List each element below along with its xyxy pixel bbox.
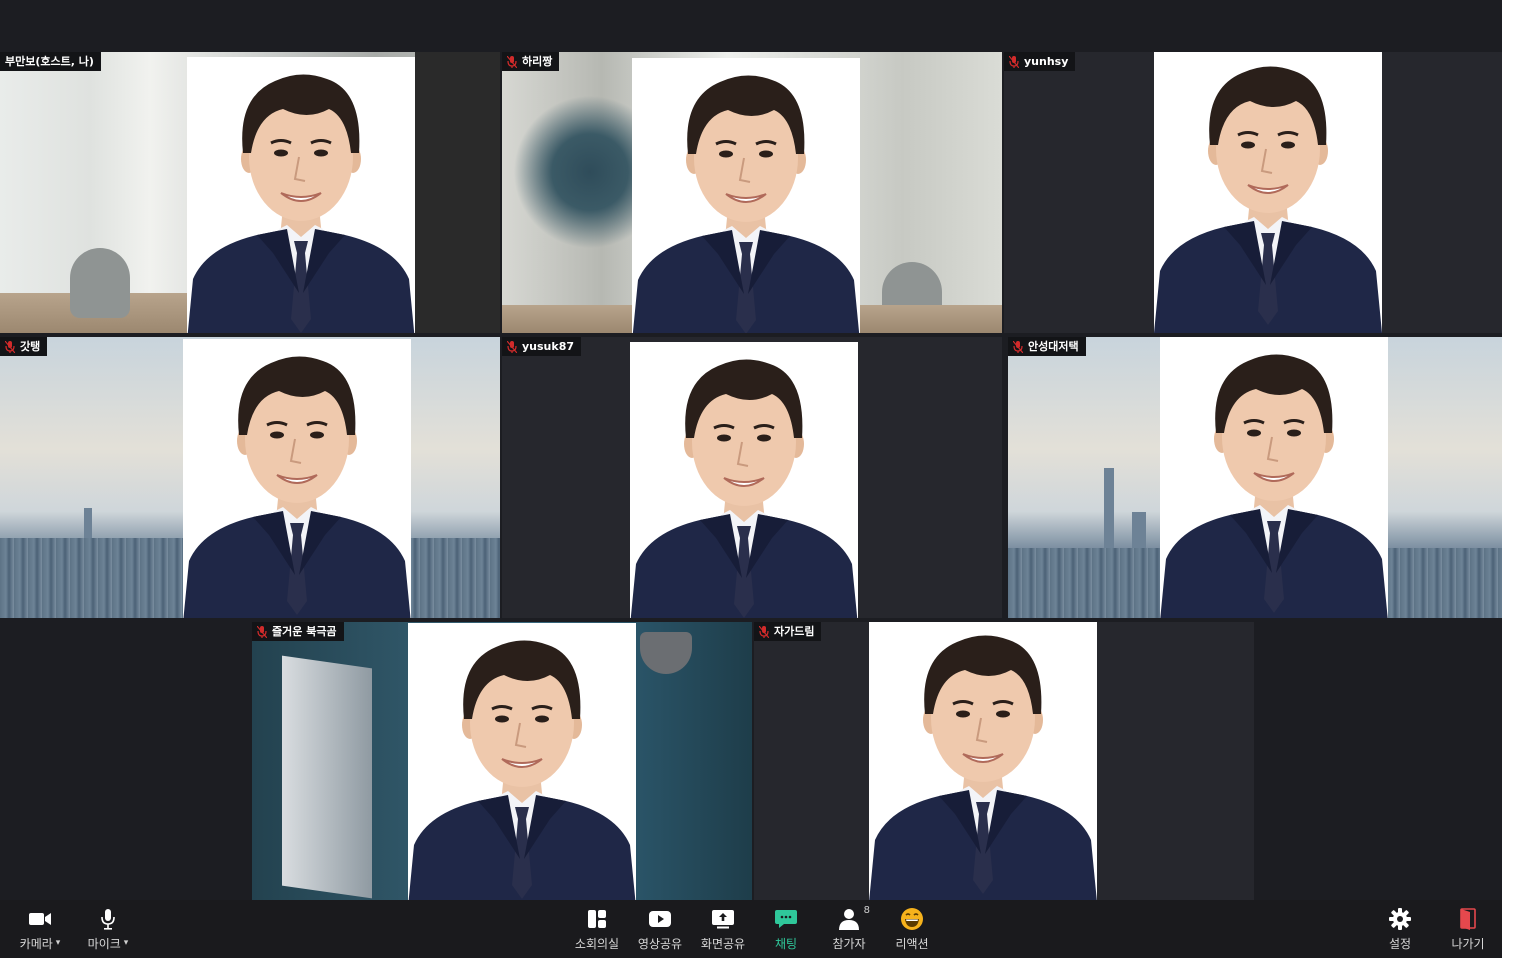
- participant-name-tag: 부만보(호스트, 나): [0, 52, 101, 71]
- participant-name: 자가드림: [774, 625, 815, 638]
- share-screen-button[interactable]: 화면공유: [692, 900, 754, 958]
- muted-mic-icon: [759, 626, 769, 638]
- participant-photo: [1160, 337, 1388, 618]
- muted-mic-icon: [1013, 341, 1023, 353]
- breakout-rooms-button[interactable]: 소회의실: [566, 900, 628, 958]
- grid-layout-icon: [587, 907, 607, 931]
- settings-label: 설정: [1388, 936, 1412, 951]
- chevron-down-icon: ▾: [123, 938, 129, 948]
- participant-photo: [183, 339, 411, 618]
- breakout-label: 소회의실: [574, 936, 620, 951]
- participant-name-tag: 갓탱: [0, 337, 48, 356]
- participant-name: yusuk87: [522, 340, 575, 353]
- upload-screen-icon: [711, 907, 735, 931]
- reactions-button[interactable]: 리액션: [881, 900, 943, 958]
- leave-button[interactable]: 나가기: [1438, 900, 1498, 958]
- muted-mic-icon: [1009, 56, 1019, 68]
- participants-count: 8: [863, 904, 870, 916]
- share-screen-label: 화면공유: [700, 936, 746, 951]
- video-tile[interactable]: yunhsy: [1004, 52, 1502, 333]
- muted-mic-icon: [507, 56, 517, 68]
- participants-button[interactable]: 8 참가자: [818, 900, 880, 958]
- video-tile[interactable]: yusuk87: [502, 337, 1002, 618]
- video-tile[interactable]: 부만보(호스트, 나): [0, 52, 500, 333]
- microphone-icon: [100, 907, 116, 931]
- exit-door-icon: [1459, 907, 1477, 931]
- leave-label: 나가기: [1451, 936, 1485, 951]
- participant-name-tag: yunhsy: [1004, 52, 1076, 71]
- participant-name: 하리짱: [522, 55, 553, 68]
- video-tile[interactable]: 즐거운 북극곰: [252, 622, 752, 900]
- reactions-label: 리액션: [895, 936, 929, 951]
- video-tile[interactable]: 자가드림: [754, 622, 1254, 900]
- settings-button[interactable]: 설정: [1374, 900, 1426, 958]
- participant-name-tag: 자가드림: [754, 622, 822, 641]
- participant-photo: [630, 342, 858, 618]
- participant-name: 부만보(호스트, 나): [5, 55, 94, 68]
- video-camera-icon: [28, 907, 52, 931]
- participant-photo: [187, 57, 415, 333]
- share-video-label: 영상공유: [637, 936, 683, 951]
- camera-button[interactable]: 카메라 ▾: [10, 900, 70, 958]
- mic-button[interactable]: 마이크 ▾: [78, 900, 138, 958]
- participant-name: 즐거운 북극곰: [272, 625, 337, 638]
- chat-button[interactable]: 채팅: [755, 900, 817, 958]
- play-icon: [648, 907, 672, 931]
- video-tile[interactable]: 하리짱: [502, 52, 1002, 333]
- chevron-down-icon: ▾: [55, 938, 61, 948]
- emoji-icon: [900, 907, 924, 931]
- chat-label: 채팅: [774, 936, 798, 951]
- participant-name-tag: 즐거운 북극곰: [252, 622, 344, 641]
- participant-photo: [408, 623, 636, 900]
- muted-mic-icon: [257, 626, 267, 638]
- muted-mic-icon: [5, 341, 15, 353]
- participant-photo: [1154, 52, 1382, 333]
- participant-name-tag: 하리짱: [502, 52, 560, 71]
- participant-name-tag: 안성대저택: [1008, 337, 1086, 356]
- participant-photo: [869, 622, 1097, 900]
- video-tile[interactable]: 갓탱: [0, 337, 500, 618]
- participant-photo: [632, 58, 860, 333]
- mic-label: 마이크: [87, 936, 121, 951]
- participant-name: yunhsy: [1024, 55, 1069, 68]
- meeting-window: 부만보(호스트, 나) 하리짱 yunhsy 갓탱 yusuk87 안성대저택 …: [0, 0, 1502, 958]
- participant-name-tag: yusuk87: [502, 337, 582, 356]
- participants-label: 참가자: [832, 936, 866, 951]
- meeting-toolbar: 카메라 ▾ 마이크 ▾ 소회의실 영상공유 화면공유 채팅 8 참가자 리액션 …: [0, 900, 1502, 958]
- person-icon: 8: [838, 905, 870, 931]
- gear-icon: [1389, 907, 1411, 931]
- participant-name: 갓탱: [20, 340, 41, 353]
- camera-label: 카메라: [19, 936, 53, 951]
- video-tile[interactable]: 안성대저택: [1008, 337, 1502, 618]
- chat-bubble-icon: [774, 907, 798, 931]
- share-video-button[interactable]: 영상공유: [629, 900, 691, 958]
- participant-name: 안성대저택: [1028, 340, 1079, 353]
- muted-mic-icon: [507, 341, 517, 353]
